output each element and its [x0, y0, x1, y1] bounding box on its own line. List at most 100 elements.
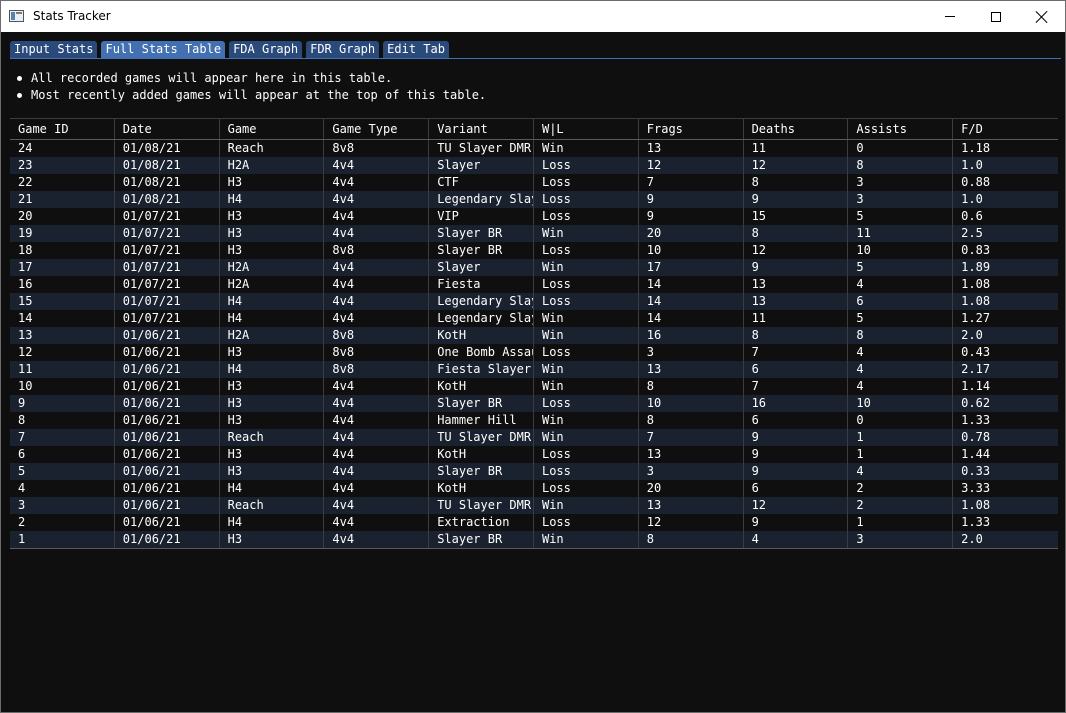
cell-assists: 3	[848, 174, 954, 191]
cell-game-id: 14	[10, 310, 115, 327]
table-row[interactable]: 10 01/06/21 H3 4v4 KotH Win 8 7 4 1.14	[10, 378, 1058, 395]
cell-variant: KotH	[429, 446, 534, 463]
column-header-variant[interactable]: Variant	[429, 119, 534, 139]
minimize-button[interactable]	[927, 1, 973, 32]
column-header-win-loss[interactable]: W|L	[534, 119, 639, 139]
cell-frags: 10	[639, 395, 744, 412]
cell-date: 01/07/21	[115, 310, 220, 327]
column-header-game-type[interactable]: Game Type	[324, 119, 430, 139]
table-row[interactable]: 7 01/06/21 Reach 4v4 TU Slayer DMR Win 7 9 1 0.78	[10, 429, 1058, 446]
table-row[interactable]: 23 01/08/21 H2A 4v4 Slayer Loss 12 12 8 1.0	[10, 157, 1058, 174]
table-row[interactable]: 14 01/07/21 H4 4v4 Legendary Slay Win 14 11 5 1.2…	[10, 310, 1058, 327]
cell-game-type: 4v4	[324, 395, 430, 412]
column-header-game[interactable]: Game	[220, 119, 325, 139]
cell-frags: 8	[639, 378, 744, 395]
cell-deaths: 7	[744, 378, 849, 395]
cell-game-type: 4v4	[324, 514, 430, 531]
table-row[interactable]: 2 01/06/21 H4 4v4 Extraction Loss 12 9 1 1.33	[10, 514, 1058, 531]
table-row[interactable]: 16 01/07/21 H2A 4v4 Fiesta Loss 14 13 4 1.08	[10, 276, 1058, 293]
cell-variant: Slayer BR	[429, 395, 534, 412]
cell-variant: KotH	[429, 327, 534, 344]
table-row[interactable]: 8 01/06/21 H3 4v4 Hammer Hill Win 8 6 0 1.33	[10, 412, 1058, 429]
cell-frag-death-ratio: 2.5	[961, 226, 983, 240]
tab-fdr-graph[interactable]: FDR Graph	[306, 41, 380, 58]
table-row[interactable]: 18 01/07/21 H3 8v8 Slayer BR Loss 10 12 10 0.83	[10, 242, 1058, 259]
cell-game-type: 4v4	[324, 463, 430, 480]
column-header-assists[interactable]: Assists	[848, 119, 954, 139]
cell-frag-death-ratio: 1.44	[961, 447, 991, 461]
table-row[interactable]: 21 01/08/21 H4 4v4 Legendary Slay Loss 9 9 3 1.0	[10, 191, 1058, 208]
cell-deaths: 9	[744, 259, 849, 276]
table-row[interactable]: 12 01/06/21 H3 8v8 One Bomb Assau Loss 3 7 4 0.43	[10, 344, 1058, 361]
cell-frag-death-ratio: 1.33	[961, 515, 991, 529]
cell-date: 01/07/21	[115, 225, 220, 242]
cell-game: H4	[220, 293, 325, 310]
cell-variant: Legendary Slay	[429, 293, 534, 310]
cell-game: H4	[220, 480, 325, 497]
cell-frag-death-ratio: 1.89	[961, 260, 991, 274]
cell-game: Reach	[220, 140, 325, 157]
tab-full-stats-table[interactable]: Full Stats Table	[101, 41, 226, 58]
table-row[interactable]: 6 01/06/21 H3 4v4 KotH Loss 13 9 1 1.44	[10, 446, 1058, 463]
cell-date: 01/06/21	[115, 344, 220, 361]
column-header-date[interactable]: Date	[115, 119, 220, 139]
table-row[interactable]: 22 01/08/21 H3 4v4 CTF Loss 7 8 3 0.88	[10, 174, 1058, 191]
maximize-button[interactable]	[973, 1, 1019, 32]
table-row[interactable]: 24 01/08/21 Reach 8v8 TU Slayer DMR Win 13 11 0 1…	[10, 140, 1058, 157]
table-row[interactable]: 1 01/06/21 H3 4v4 Slayer BR Win 8 4 3 2.0	[10, 531, 1058, 548]
table-row[interactable]: 20 01/07/21 H3 4v4 VIP Loss 9 15 5 0.6	[10, 208, 1058, 225]
cell-win-loss: Loss	[534, 157, 639, 174]
table-row[interactable]: 17 01/07/21 H2A 4v4 Slayer Win 17 9 5 1.89	[10, 259, 1058, 276]
bullet-icon	[17, 76, 22, 81]
cell-win-loss: Loss	[534, 276, 639, 293]
cell-variant: Slayer BR	[429, 463, 534, 480]
table-row[interactable]: 11 01/06/21 H4 8v8 Fiesta Slayer Win 13 6 4 2.17	[10, 361, 1058, 378]
table-row[interactable]: 5 01/06/21 H3 4v4 Slayer BR Loss 3 9 4 0.33	[10, 463, 1058, 480]
table-row[interactable]: 3 01/06/21 Reach 4v4 TU Slayer DMR Win 13 12 2 1.…	[10, 497, 1058, 514]
tab-input-stats[interactable]: Input Stats	[10, 41, 98, 58]
bullet-icon	[17, 93, 22, 98]
cell-game-id: 5	[10, 463, 115, 480]
cell-game-id: 8	[10, 412, 115, 429]
cell-frags: 13	[639, 497, 744, 514]
cell-win-loss: Win	[534, 225, 639, 242]
cell-game-type: 8v8	[324, 361, 430, 378]
cell-variant: Fiesta	[429, 276, 534, 293]
table-row[interactable]: 13 01/06/21 H2A 8v8 KotH Win 16 8 8 2.0	[10, 327, 1058, 344]
cell-frags: 17	[639, 259, 744, 276]
cell-game-type: 8v8	[324, 242, 430, 259]
cell-frags: 8	[639, 531, 744, 548]
cell-frag-death-ratio: 3.33	[961, 481, 991, 495]
cell-game-type: 4v4	[324, 208, 430, 225]
tab-edit-tab[interactable]: Edit Tab	[383, 41, 449, 58]
cell-game-id: 15	[10, 293, 115, 310]
cell-game-type: 4v4	[324, 310, 430, 327]
cell-assists: 0	[848, 412, 954, 429]
table-row[interactable]: 9 01/06/21 H3 4v4 Slayer BR Loss 10 16 10 0.62	[10, 395, 1058, 412]
column-header-deaths[interactable]: Deaths	[744, 119, 849, 139]
cell-game-id: 20	[10, 208, 115, 225]
cell-deaths: 9	[744, 429, 849, 446]
table-row[interactable]: 15 01/07/21 H4 4v4 Legendary Slay Loss 14 13 6 1.…	[10, 293, 1058, 310]
tab-fda-graph[interactable]: FDA Graph	[229, 41, 303, 58]
column-header-frag-death-ratio[interactable]: F/D	[953, 119, 1058, 139]
cell-frag-death-ratio: 1.33	[961, 413, 991, 427]
cell-game-id: 9	[10, 395, 115, 412]
cell-date: 01/08/21	[115, 174, 220, 191]
cell-frag-death-ratio: 1.08	[961, 277, 991, 291]
column-header-game-id[interactable]: Game ID	[10, 119, 115, 139]
cell-win-loss: Win	[534, 378, 639, 395]
title-bar[interactable]: Stats Tracker	[1, 1, 1065, 32]
table-row[interactable]: 4 01/06/21 H4 4v4 KotH Loss 20 6 2 3.33	[10, 480, 1058, 497]
column-header-frags[interactable]: Frags	[639, 119, 744, 139]
cell-frags: 7	[639, 174, 744, 191]
cell-variant: One Bomb Assau	[429, 344, 534, 361]
table-row[interactable]: 19 01/07/21 H3 4v4 Slayer BR Win 20 8 11 2.5	[10, 225, 1058, 242]
cell-variant: CTF	[429, 174, 534, 191]
close-button[interactable]	[1019, 1, 1065, 32]
cell-frag-death-ratio: 2.0	[961, 328, 983, 342]
cell-game-type: 4v4	[324, 412, 430, 429]
table-bottom-border	[10, 548, 1058, 549]
cell-deaths: 9	[744, 446, 849, 463]
cell-game-id: 6	[10, 446, 115, 463]
